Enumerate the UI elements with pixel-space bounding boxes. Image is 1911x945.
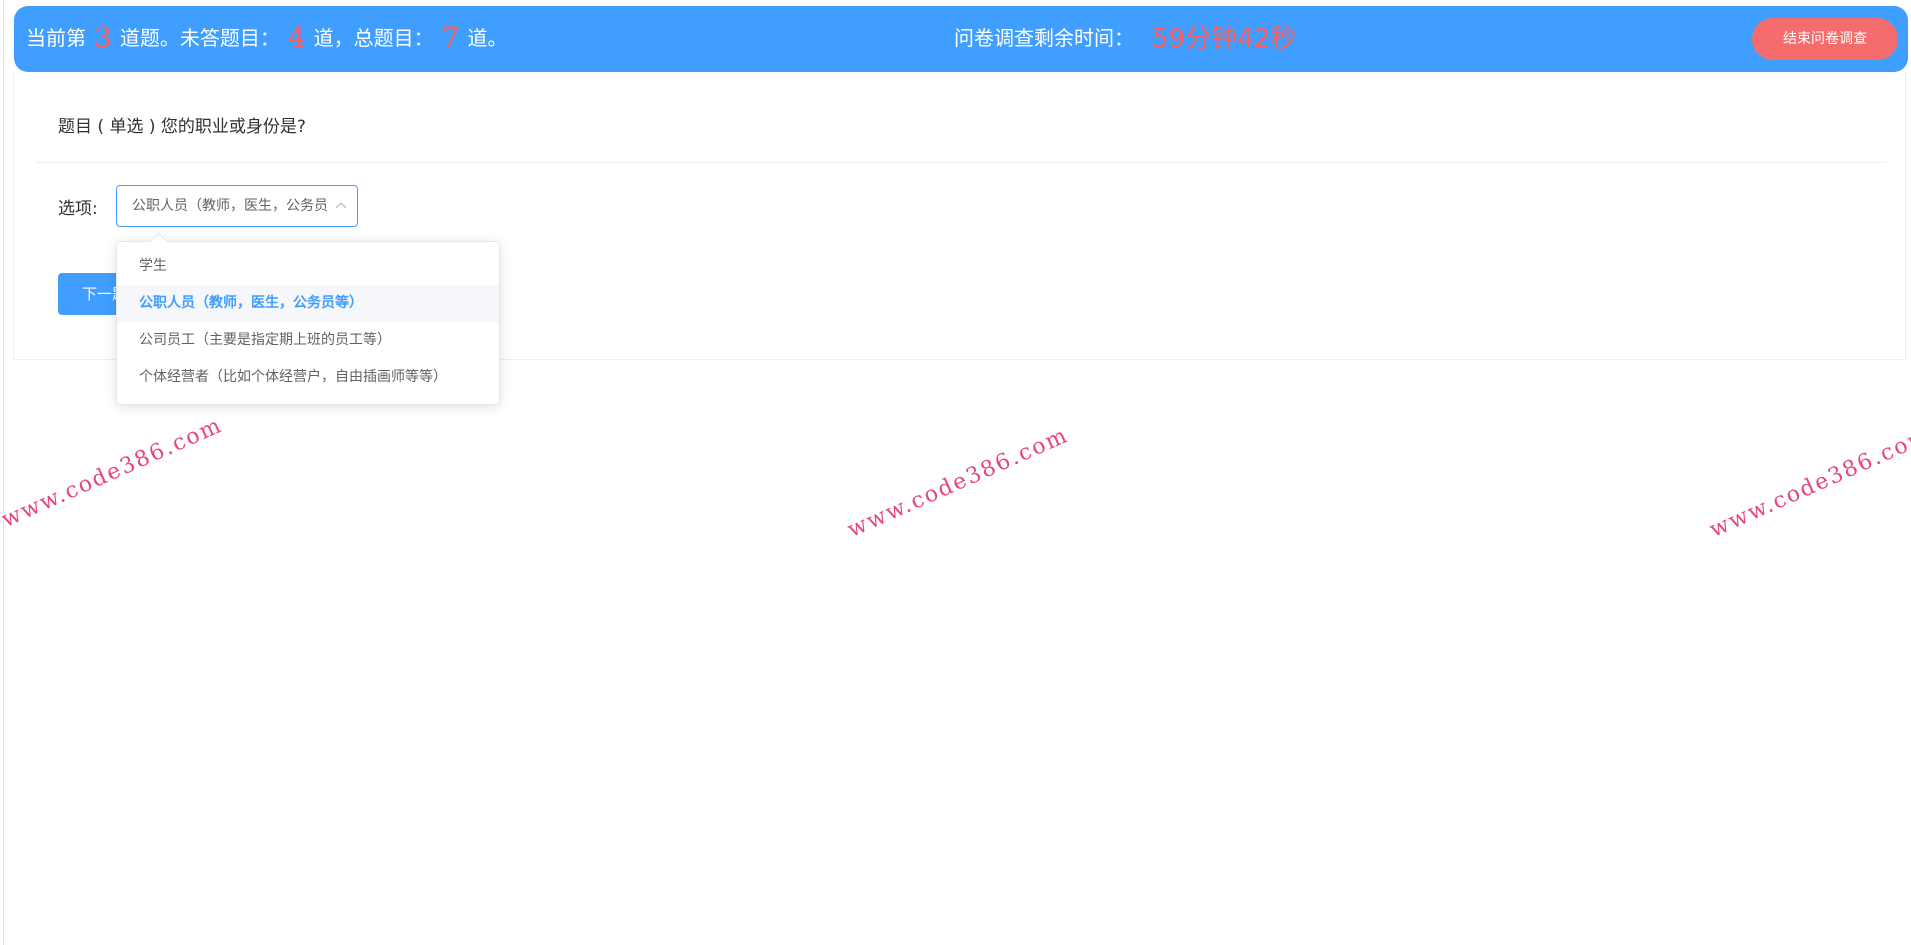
dropdown-option-student[interactable]: 学生 [117,248,499,285]
answer-select[interactable]: 公职人员（教师，医生，公务员等） [116,185,358,227]
progress-summary: 当前第 3 道题。未答题目： 4 道，总题目： 7 道。 [26,21,507,55]
progress-unanswered-label: 道题。未答题目： [119,26,280,50]
timer-value: 59分钟42秒 [1152,24,1297,54]
answer-dropdown-menu: 学生 公职人员（教师，医生，公务员等） 公司员工（主要是指定期上班的员工等） 个… [116,241,500,405]
chevron-up-icon [335,201,347,209]
answer-select-value: 公职人员（教师，医生，公务员等） [132,198,328,214]
timer-label: 问卷调查剩余时间： [954,26,1134,50]
current-question-number: 3 [94,21,112,54]
progress-prefix: 当前第 [26,26,86,50]
end-survey-button[interactable]: 结束问卷调查 [1752,18,1898,60]
watermark-center: www.code386.com [844,422,1073,543]
watermark-right: www.code386.com [1706,422,1911,543]
progress-total-label: 道，总题目： [313,26,434,50]
question-title: 题目 ( 单选 ) 您的职业或身份是? [58,117,306,137]
unanswered-count: 4 [287,21,306,54]
page-left-border [3,0,4,945]
question-divider [36,162,1886,163]
dropdown-option-civil-servant[interactable]: 公职人员（教师，医生，公务员等） [117,285,499,322]
remaining-time: 问卷调查剩余时间： 59分钟42秒 [954,21,1296,56]
dropdown-option-self-employed[interactable]: 个体经营者（比如个体经营户，自由插画师等等） [117,359,499,396]
watermark-left: www.code386.com [0,412,227,533]
survey-header-bar: 当前第 3 道题。未答题目： 4 道，总题目： 7 道。 问卷调查剩余时间： 59分钟42秒 … [14,6,1908,72]
total-question-count: 7 [441,21,460,54]
options-label: 选项: [58,199,98,219]
dropdown-option-company-employee[interactable]: 公司员工（主要是指定期上班的员工等） [117,322,499,359]
progress-suffix: 道。 [467,26,508,50]
